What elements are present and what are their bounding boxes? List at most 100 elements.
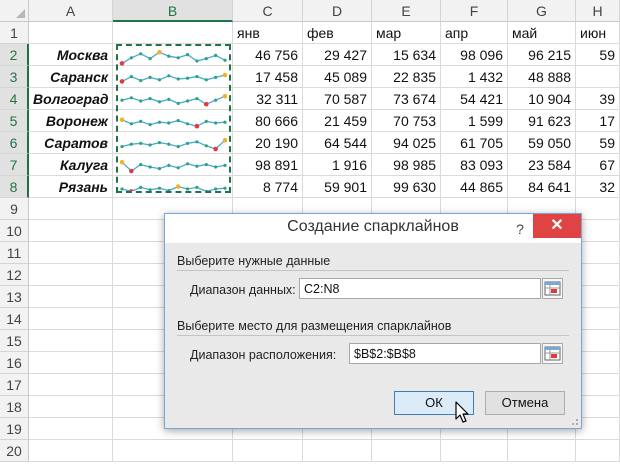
row-header-14[interactable]: 14 xyxy=(0,308,29,330)
row-header-19[interactable]: 19 xyxy=(0,418,29,440)
cell-d7[interactable]: 1 916 xyxy=(303,154,372,176)
cell-e20[interactable] xyxy=(372,440,441,462)
row-header-2[interactable]: 2 xyxy=(0,44,29,66)
cell-a6[interactable]: Саратов xyxy=(29,132,113,154)
cell-h3[interactable] xyxy=(576,66,620,88)
collapse-dialog-icon[interactable] xyxy=(542,343,563,364)
cell-f4[interactable]: 54 421 xyxy=(441,88,508,110)
cell-d3[interactable]: 45 089 xyxy=(303,66,372,88)
cell-h16[interactable] xyxy=(576,352,620,374)
cell-e1[interactable]: мар xyxy=(372,22,441,44)
cell-h14[interactable] xyxy=(576,308,620,330)
cell-f3[interactable]: 1 432 xyxy=(441,66,508,88)
row-header-12[interactable]: 12 xyxy=(0,264,29,286)
cell-g20[interactable] xyxy=(508,440,576,462)
cell-g1[interactable]: май xyxy=(508,22,576,44)
cell-h4[interactable]: 39 xyxy=(576,88,620,110)
row-header-1[interactable]: 1 xyxy=(0,22,29,44)
row-header-18[interactable]: 18 xyxy=(0,396,29,418)
cell-h15[interactable] xyxy=(576,330,620,352)
column-header-b[interactable]: B xyxy=(113,0,233,22)
cell-c6[interactable]: 20 190 xyxy=(233,132,303,154)
column-header-h[interactable]: H xyxy=(576,0,620,22)
cell-h6[interactable]: 59 xyxy=(576,132,620,154)
cell-f7[interactable]: 83 093 xyxy=(441,154,508,176)
cell-a20[interactable] xyxy=(29,440,113,462)
cell-d4[interactable]: 70 587 xyxy=(303,88,372,110)
row-header-16[interactable]: 16 xyxy=(0,352,29,374)
row-header-17[interactable]: 17 xyxy=(0,374,29,396)
row-header-9[interactable]: 9 xyxy=(0,198,29,220)
row-header-11[interactable]: 11 xyxy=(0,242,29,264)
row-header-3[interactable]: 3 xyxy=(0,66,29,88)
cell-h18[interactable] xyxy=(576,396,620,418)
column-header-a[interactable]: A xyxy=(29,0,113,22)
cell-f8[interactable]: 44 865 xyxy=(441,176,508,198)
cell-h8[interactable]: 32 xyxy=(576,176,620,198)
cell-g4[interactable]: 10 904 xyxy=(508,88,576,110)
cell-e5[interactable]: 70 753 xyxy=(372,110,441,132)
cell-b1[interactable] xyxy=(113,22,233,44)
cancel-button[interactable]: Отмена xyxy=(485,391,565,415)
cell-f2[interactable]: 98 096 xyxy=(441,44,508,66)
row-header-4[interactable]: 4 xyxy=(0,88,29,110)
cell-f6[interactable]: 61 705 xyxy=(441,132,508,154)
cell-g2[interactable]: 96 215 xyxy=(508,44,576,66)
cell-g5[interactable]: 91 623 xyxy=(508,110,576,132)
cell-d6[interactable]: 64 544 xyxy=(303,132,372,154)
cell-f1[interactable]: апр xyxy=(441,22,508,44)
cell-g3[interactable]: 48 888 xyxy=(508,66,576,88)
row-header-7[interactable]: 7 xyxy=(0,154,29,176)
column-header-e[interactable]: E xyxy=(372,0,441,22)
row-header-6[interactable]: 6 xyxy=(0,132,29,154)
select-all-corner[interactable] xyxy=(0,0,29,22)
collapse-dialog-icon[interactable] xyxy=(542,278,563,299)
cell-a10[interactable] xyxy=(29,220,113,242)
cell-e7[interactable]: 98 985 xyxy=(372,154,441,176)
dialog-titlebar[interactable]: Создание спарклайнов ? ✕ xyxy=(165,214,581,243)
row-header-15[interactable]: 15 xyxy=(0,330,29,352)
cell-h5[interactable]: 17 xyxy=(576,110,620,132)
cell-a14[interactable] xyxy=(29,308,113,330)
data-range-input[interactable] xyxy=(299,278,541,299)
cell-a17[interactable] xyxy=(29,374,113,396)
cell-h1[interactable]: июн xyxy=(576,22,620,44)
column-header-c[interactable]: C xyxy=(233,0,303,22)
column-header-f[interactable]: F xyxy=(441,0,508,22)
cell-b20[interactable] xyxy=(113,440,233,462)
cell-d5[interactable]: 21 459 xyxy=(303,110,372,132)
cell-a13[interactable] xyxy=(29,286,113,308)
cell-a7[interactable]: Калуга xyxy=(29,154,113,176)
cell-a18[interactable] xyxy=(29,396,113,418)
cell-h9[interactable] xyxy=(576,198,620,220)
cell-e4[interactable]: 73 674 xyxy=(372,88,441,110)
location-range-input[interactable] xyxy=(349,343,541,364)
help-button[interactable]: ? xyxy=(509,219,531,239)
cell-h7[interactable]: 67 xyxy=(576,154,620,176)
cell-a4[interactable]: Волгоград xyxy=(29,88,113,110)
cell-g6[interactable]: 59 050 xyxy=(508,132,576,154)
cell-e6[interactable]: 94 025 xyxy=(372,132,441,154)
cell-h10[interactable] xyxy=(576,220,620,242)
row-header-10[interactable]: 10 xyxy=(0,220,29,242)
sparkline-selection[interactable] xyxy=(116,44,231,193)
cell-a12[interactable] xyxy=(29,264,113,286)
cell-c2[interactable]: 46 756 xyxy=(233,44,303,66)
cell-h11[interactable] xyxy=(576,242,620,264)
cell-h20[interactable] xyxy=(576,440,620,462)
cell-d2[interactable]: 29 427 xyxy=(303,44,372,66)
cell-c5[interactable]: 80 666 xyxy=(233,110,303,132)
cell-h19[interactable] xyxy=(576,418,620,440)
cell-a9[interactable] xyxy=(29,198,113,220)
cell-c8[interactable]: 8 774 xyxy=(233,176,303,198)
cell-a3[interactable]: Саранск xyxy=(29,66,113,88)
row-header-13[interactable]: 13 xyxy=(0,286,29,308)
row-header-8[interactable]: 8 xyxy=(0,176,29,198)
cell-c1[interactable]: янв xyxy=(233,22,303,44)
row-header-20[interactable]: 20 xyxy=(0,440,29,462)
cell-a19[interactable] xyxy=(29,418,113,440)
cell-a1[interactable] xyxy=(29,22,113,44)
cell-f5[interactable]: 1 599 xyxy=(441,110,508,132)
cell-a15[interactable] xyxy=(29,330,113,352)
cell-g8[interactable]: 84 641 xyxy=(508,176,576,198)
